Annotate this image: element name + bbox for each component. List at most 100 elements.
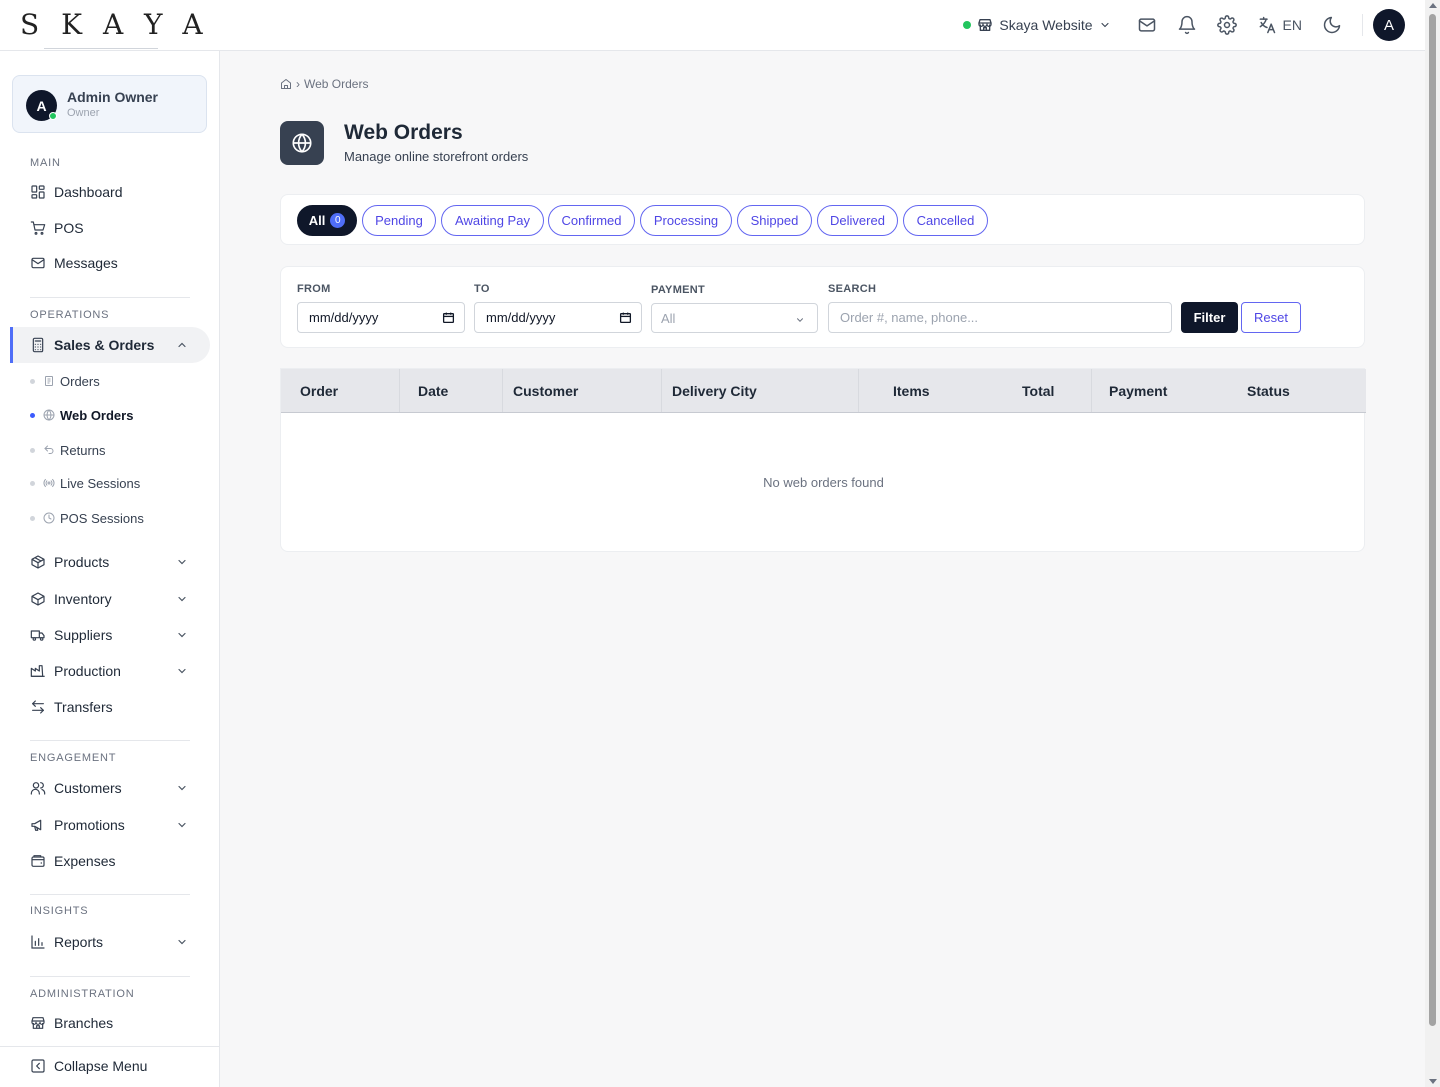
sidebar-item-label: POS Sessions <box>60 510 144 526</box>
users-icon <box>30 780 46 796</box>
search-placeholder: Order #, name, phone... <box>840 310 979 325</box>
tab-confirmed[interactable]: Confirmed <box>548 205 635 236</box>
broadcast-icon <box>43 477 55 489</box>
sidebar-item-products[interactable]: Products <box>30 549 200 575</box>
sidebar-item-sales-orders[interactable]: Sales & Orders <box>30 332 200 358</box>
sub-item-dot <box>30 515 35 521</box>
tab-pending[interactable]: Pending <box>362 205 436 236</box>
sidebar-item-production[interactable]: Production <box>30 658 200 684</box>
collapse-menu-row: Collapse Menu <box>0 1046 219 1087</box>
filter-panel: FROM mm/dd/yyyy TO mm/dd/yyyy PAYMENT Al… <box>280 266 1365 348</box>
chevron-down-icon <box>176 593 188 605</box>
transfer-arrows-icon <box>30 699 46 715</box>
scroll-up-arrow[interactable] <box>1429 3 1437 8</box>
store-selector[interactable]: Skaya Website <box>963 17 1110 33</box>
section-label-insights: INSIGHTS <box>30 905 89 917</box>
mail-icon[interactable] <box>1135 13 1159 37</box>
user-role: Owner <box>67 107 100 119</box>
collapse-menu-button[interactable]: Collapse Menu <box>30 1058 147 1074</box>
column-header-order[interactable]: Order <box>300 383 338 399</box>
chevron-up-icon <box>176 339 188 351</box>
sidebar-item-label: Production <box>54 663 121 679</box>
sidebar-item-branches[interactable]: Branches <box>30 1010 200 1036</box>
status-tabs: All 0 Pending Awaiting Pay Confirmed Pro… <box>280 194 1365 245</box>
sidebar-item-label: Web Orders <box>60 407 134 423</box>
sidebar-subitem-web-orders[interactable]: Web Orders <box>30 404 200 426</box>
sidebar-item-label: Live Sessions <box>60 475 141 491</box>
user-card[interactable]: A Admin Owner Owner <box>12 75 207 133</box>
tab-shipped[interactable]: Shipped <box>737 205 812 236</box>
top-bar: SKAYA Skaya Website EN A <box>0 0 1425 51</box>
search-label: SEARCH <box>828 283 877 295</box>
empty-state-message: No web orders found <box>763 475 884 490</box>
reset-button[interactable]: Reset <box>1241 302 1301 333</box>
search-input[interactable]: Order #, name, phone... <box>828 302 1172 333</box>
column-header-total[interactable]: Total <box>1022 383 1054 399</box>
column-header-date[interactable]: Date <box>418 383 448 399</box>
calendar-icon[interactable] <box>619 311 632 324</box>
user-avatar[interactable]: A <box>1373 9 1405 41</box>
chevron-down-icon <box>176 629 188 641</box>
page-scrollbar[interactable] <box>1425 0 1440 1087</box>
breadcrumb: › Web Orders <box>280 77 368 91</box>
top-bar-divider <box>1362 14 1363 36</box>
sidebar-item-label: Promotions <box>54 817 125 833</box>
column-header-payment[interactable]: Payment <box>1109 383 1167 399</box>
sidebar-item-messages[interactable]: Messages <box>30 250 200 276</box>
gear-icon[interactable] <box>1215 13 1239 37</box>
bell-icon[interactable] <box>1175 13 1199 37</box>
chevron-down-icon <box>795 315 805 325</box>
sidebar-item-reports[interactable]: Reports <box>30 929 200 955</box>
sidebar-item-pos[interactable]: POS <box>30 215 200 241</box>
column-divider <box>502 369 503 412</box>
sidebar-item-dashboard[interactable]: Dashboard <box>30 179 200 205</box>
globe-icon <box>280 121 324 165</box>
column-header-delivery-city[interactable]: Delivery City <box>672 383 757 399</box>
dashboard-icon <box>30 184 46 200</box>
payment-select[interactable]: All <box>651 303 818 333</box>
sidebar-item-customers[interactable]: Customers <box>30 775 200 801</box>
sidebar-item-label: Dashboard <box>54 184 123 200</box>
sidebar-subitem-live-sessions[interactable]: Live Sessions <box>30 472 200 494</box>
payment-select-value: All <box>661 310 676 326</box>
filter-button[interactable]: Filter <box>1181 302 1238 333</box>
column-divider <box>858 369 859 412</box>
sidebar-item-label: Suppliers <box>54 627 113 643</box>
tab-label: All <box>308 213 326 228</box>
column-header-items[interactable]: Items <box>893 383 930 399</box>
tab-processing[interactable]: Processing <box>640 205 732 236</box>
to-date-input[interactable]: mm/dd/yyyy <box>474 302 642 333</box>
sidebar-item-promotions[interactable]: Promotions <box>30 812 200 838</box>
sidebar-item-expenses[interactable]: Expenses <box>30 848 200 874</box>
column-header-customer[interactable]: Customer <box>513 383 578 399</box>
sidebar-item-transfers[interactable]: Transfers <box>30 694 200 720</box>
store-icon <box>30 1015 46 1031</box>
tab-delivered[interactable]: Delivered <box>817 205 898 236</box>
column-divider <box>1091 369 1092 412</box>
from-date-input[interactable]: mm/dd/yyyy <box>297 302 465 333</box>
sidebar-item-suppliers[interactable]: Suppliers <box>30 622 200 648</box>
table-header: Order Date Customer Delivery City Items … <box>281 369 1366 413</box>
top-bar-actions: Skaya Website EN A <box>963 9 1405 41</box>
globe-icon <box>43 409 55 421</box>
truck-icon <box>30 627 46 643</box>
moon-icon[interactable] <box>1320 13 1344 37</box>
home-icon[interactable] <box>280 78 292 90</box>
app-logo[interactable]: SKAYA <box>20 8 225 41</box>
tab-all[interactable]: All 0 <box>297 205 357 236</box>
sidebar-item-inventory[interactable]: Inventory <box>30 586 200 612</box>
tab-cancelled[interactable]: Cancelled <box>903 205 988 236</box>
tab-awaiting-pay[interactable]: Awaiting Pay <box>441 205 544 236</box>
sidebar-subitem-returns[interactable]: Returns <box>30 439 200 461</box>
sidebar-subitem-orders[interactable]: Orders <box>30 370 200 392</box>
language-selector[interactable]: EN <box>1257 15 1302 35</box>
sidebar-item-label: Branches <box>54 1015 114 1031</box>
column-header-status[interactable]: Status <box>1247 383 1290 399</box>
scroll-down-arrow[interactable] <box>1429 1079 1437 1084</box>
sidebar-subitem-pos-sessions[interactable]: POS Sessions <box>30 507 200 529</box>
calendar-icon[interactable] <box>442 311 455 324</box>
scrollbar-thumb[interactable] <box>1429 14 1436 1026</box>
receipt-icon <box>43 375 55 387</box>
translate-icon <box>1257 15 1277 35</box>
sidebar: A Admin Owner Owner MAIN Dashboard POS M… <box>0 51 220 1087</box>
